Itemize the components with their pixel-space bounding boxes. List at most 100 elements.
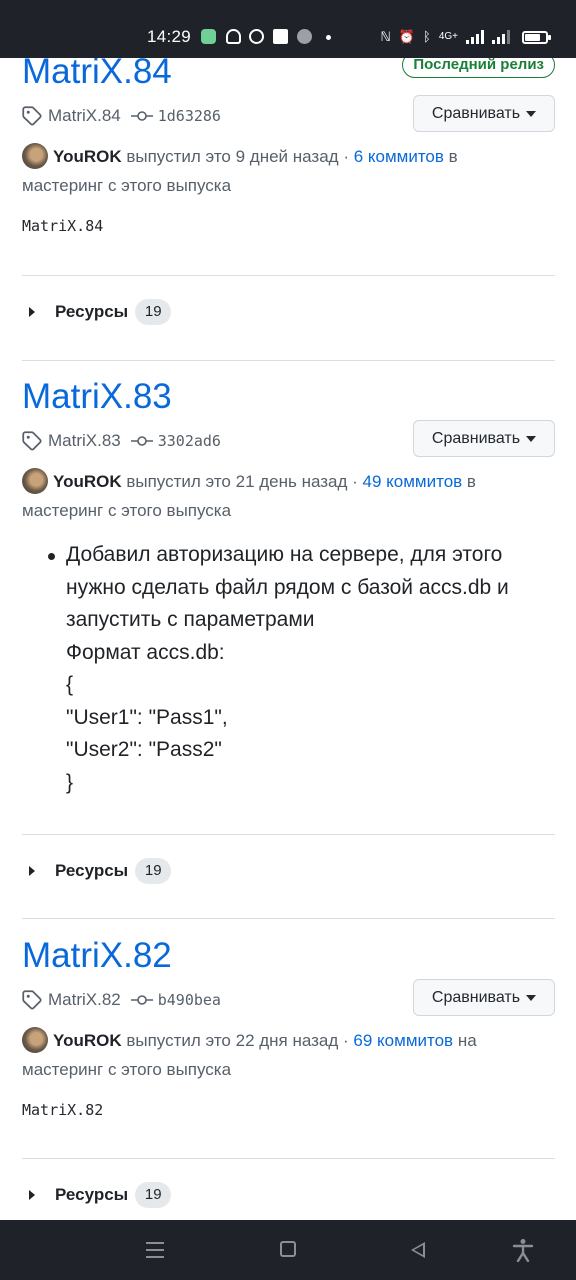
- compare-button-label: Сравнивать: [431, 988, 521, 1006]
- tag-link[interactable]: MatriX.83: [48, 431, 121, 451]
- assets-count-badge: 19: [135, 1182, 172, 1208]
- compare-button[interactable]: Сравнивать: [413, 979, 555, 1016]
- status-time: 14:29: [147, 27, 192, 46]
- divider: [22, 834, 555, 835]
- back-icon[interactable]: [411, 1242, 425, 1258]
- chevron-down-icon: [526, 994, 537, 1001]
- release-note-line: "User1": "Pass1",: [66, 705, 228, 729]
- divider: [22, 360, 555, 361]
- tag-icon: [22, 431, 42, 451]
- release-meta: MatriX.82 b490bea: [22, 988, 221, 1012]
- divider: [22, 1158, 555, 1159]
- release-body: MatriX.84: [22, 217, 104, 235]
- list-bullet: [48, 553, 55, 560]
- assets-toggle[interactable]: Ресурсы 19: [22, 298, 172, 326]
- latest-release-badge: Последний релиз: [402, 58, 555, 78]
- tag-link[interactable]: MatriX.84: [48, 106, 121, 126]
- release-note-line: Формат accs.db:: [66, 640, 225, 664]
- battery-icon: [522, 30, 551, 44]
- app-circle-icon: [297, 29, 312, 44]
- commits-suffix: в: [443, 147, 458, 166]
- release-author-info: YouROK выпустил это 22 дня назад · 69 ко…: [22, 1026, 555, 1084]
- chevron-right-icon: [29, 866, 35, 876]
- signal-strength-icon: [466, 30, 484, 44]
- release-title-link[interactable]: MatriX.84: [22, 58, 172, 92]
- network-type-label: 4G+: [438, 31, 458, 42]
- releases-page: MatriX.84 Последний релиз MatriX.84 1d63…: [0, 58, 576, 1220]
- chevron-right-icon: [29, 307, 35, 317]
- released-text: выпустил это 9 дней назад ·: [121, 147, 354, 166]
- commits-link[interactable]: 69 коммитов: [353, 1031, 453, 1050]
- app-tile-icon: [273, 29, 288, 44]
- commits-suffix: на: [453, 1031, 477, 1050]
- commit-icon: [130, 436, 153, 446]
- branch-text: мастеринг с этого выпуска: [22, 1060, 232, 1079]
- divider: [22, 275, 555, 276]
- home-icon[interactable]: [280, 1241, 296, 1257]
- branch-text: мастеринг с этого выпуска: [22, 501, 232, 520]
- compare-button-label: Сравнивать: [431, 104, 521, 122]
- release-note-line: Добавил авторизацию на сервере, для этог…: [66, 543, 503, 566]
- branch-text: мастеринг с этого выпуска: [22, 176, 232, 195]
- commits-suffix: в: [462, 472, 476, 491]
- release-note-line: нужно сделать файл рядом с базой accs.db…: [66, 575, 509, 599]
- status-indicators: ℕ ⏰ ᛒ 4G+: [380, 28, 551, 46]
- release-title-link[interactable]: MatriX.82: [22, 936, 172, 976]
- chevron-down-icon: [526, 110, 537, 117]
- assets-toggle[interactable]: Ресурсы 19: [22, 1181, 172, 1209]
- signal-strength-2-icon: [492, 30, 510, 44]
- accessibility-icon[interactable]: [512, 1238, 534, 1262]
- compare-button-label: Сравнивать: [431, 429, 521, 447]
- alarm-icon: ⏰: [398, 29, 415, 44]
- commits-link[interactable]: 49 коммитов: [363, 472, 463, 491]
- compare-button[interactable]: Сравнивать: [413, 95, 555, 132]
- release-note-line: запустить с параметрами: [66, 608, 315, 631]
- release-note-line: {: [66, 673, 74, 696]
- recent-apps-icon[interactable]: [146, 1242, 164, 1258]
- assets-count-badge: 19: [135, 299, 172, 325]
- commit-sha-link[interactable]: b490bea: [158, 991, 221, 1009]
- divider: [22, 918, 555, 919]
- release-meta: MatriX.83 3302ad6: [22, 429, 221, 453]
- released-text: выпустил это 21 день назад ·: [121, 472, 363, 491]
- author-link[interactable]: YouROK: [53, 147, 122, 166]
- release-title-link[interactable]: MatriX.83: [22, 377, 172, 417]
- assets-label: Ресурсы: [55, 861, 129, 880]
- assets-label: Ресурсы: [55, 1185, 129, 1204]
- commit-icon: [130, 995, 153, 1005]
- assets-toggle[interactable]: Ресурсы 19: [22, 857, 172, 885]
- assets-count-badge: 19: [135, 858, 172, 884]
- messenger-app-icon: [201, 29, 216, 44]
- app-notification-icon: [226, 29, 241, 44]
- release-note-line: "User2": "Pass2": [66, 738, 222, 761]
- release-meta: MatriX.84 1d63286: [22, 104, 221, 128]
- system-navigation-bar: [0, 1220, 576, 1280]
- tag-icon: [22, 990, 42, 1010]
- avatar[interactable]: [22, 1027, 48, 1053]
- chevron-down-icon: [526, 435, 537, 442]
- release-note-line: }: [66, 770, 74, 794]
- author-link[interactable]: YouROK: [53, 1031, 122, 1050]
- bluetooth-icon: ᛒ: [423, 29, 431, 44]
- release-notes-list: Добавил авторизацию на сервере, для этог…: [48, 539, 548, 799]
- commits-link[interactable]: 6 коммитов: [354, 147, 444, 166]
- chevron-right-icon: [29, 1190, 35, 1200]
- more-notifications-dot-icon: [326, 35, 331, 40]
- assets-label: Ресурсы: [55, 302, 129, 321]
- release-body: MatriX.82: [22, 1101, 104, 1119]
- avatar[interactable]: [22, 468, 48, 494]
- nfc-icon: ℕ: [380, 29, 391, 44]
- released-text: выпустил это 22 дня назад ·: [121, 1031, 354, 1050]
- commit-sha-link[interactable]: 3302ad6: [158, 432, 221, 450]
- tag-icon: [22, 106, 42, 126]
- tag-link[interactable]: MatriX.82: [48, 990, 121, 1010]
- release-author-info: YouROK выпустил это 9 дней назад · 6 ком…: [22, 142, 555, 200]
- battery-level-fill: [525, 33, 540, 41]
- author-link[interactable]: YouROK: [53, 472, 122, 491]
- commit-icon: [130, 111, 153, 121]
- commit-sha-link[interactable]: 1d63286: [158, 107, 221, 125]
- avatar[interactable]: [22, 143, 48, 169]
- status-bar: 14:29 ℕ ⏰ ᛒ 4G+: [0, 0, 576, 58]
- release-author-info: YouROK выпустил это 21 день назад · 49 к…: [22, 467, 555, 525]
- compare-button[interactable]: Сравнивать: [413, 420, 555, 457]
